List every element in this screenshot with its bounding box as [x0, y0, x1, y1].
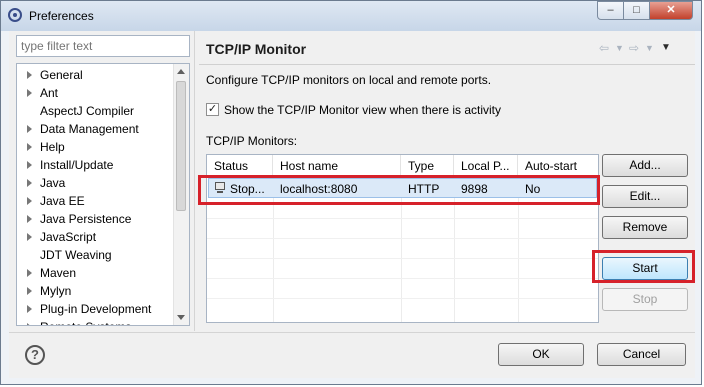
expand-arrow-icon[interactable] [27, 89, 32, 97]
monitors-label: TCP/IP Monitors: [206, 134, 298, 148]
expand-arrow-icon[interactable] [27, 161, 32, 169]
ok-button[interactable]: OK [498, 343, 584, 366]
preference-tree: General Ant AspectJ Compiler Data Managemen… [16, 63, 190, 326]
expand-arrow-icon[interactable] [27, 287, 32, 295]
sidebar-item-label: Maven [40, 266, 77, 280]
add-button[interactable]: Add... [602, 154, 688, 177]
preferences-window: Preferences – □ ✕ General Ant AspectJ Comp… [0, 0, 702, 385]
expand-arrow-icon[interactable] [27, 305, 32, 313]
back-dropdown-icon[interactable]: ▼ [615, 43, 624, 53]
stop-button[interactable]: Stop [602, 288, 688, 311]
highlight-row-box [198, 175, 600, 205]
view-menu-icon[interactable]: ▼ [661, 42, 671, 53]
maximize-button[interactable]: □ [623, 1, 650, 20]
highlight-start-box [592, 250, 695, 283]
sidebar-item-label: Remote Systems [40, 318, 131, 325]
scroll-down-icon[interactable] [177, 315, 185, 320]
title-bar: Preferences – □ ✕ [1, 1, 701, 31]
row-divider [207, 258, 598, 259]
sidebar-item-label: Install/Update [40, 158, 114, 172]
expand-arrow-icon[interactable] [27, 125, 32, 133]
sidebar-item-label: Plug-in Development [40, 302, 152, 316]
sidebar-item-label: General [40, 68, 83, 82]
dialog-body: General Ant AspectJ Compiler Data Managemen… [9, 31, 695, 378]
column-header-status[interactable]: Status [207, 155, 273, 177]
sidebar-item-label: JavaScript [40, 230, 97, 244]
close-icon: ✕ [666, 4, 676, 16]
back-arrow-icon[interactable]: ⇦ [599, 41, 609, 55]
filter-input[interactable] [16, 35, 190, 57]
tree-scrollbar[interactable] [173, 64, 189, 325]
edit-button[interactable]: Edit... [602, 185, 688, 208]
expand-arrow-icon[interactable] [27, 143, 32, 151]
row-divider [207, 238, 598, 239]
window-title: Preferences [29, 9, 94, 23]
sidebar-item-label: AspectJ Compiler [40, 104, 135, 118]
column-header-host[interactable]: Host name [273, 155, 401, 177]
show-view-label: Show the TCP/IP Monitor view when there … [224, 103, 502, 117]
column-header-auto-start[interactable]: Auto-start [518, 155, 598, 177]
remove-button[interactable]: Remove [602, 216, 688, 239]
sidebar-item-label: Java Persistence [40, 212, 132, 226]
minimize-button[interactable]: – [597, 1, 624, 20]
forward-dropdown-icon[interactable]: ▼ [645, 43, 654, 53]
row-divider [207, 218, 598, 219]
row-divider [207, 278, 598, 279]
expand-arrow-icon[interactable] [27, 323, 32, 325]
show-view-checkbox[interactable]: ✓ [206, 103, 219, 116]
expand-arrow-icon[interactable] [27, 179, 32, 187]
sidebar-item-label: Mylyn [40, 284, 72, 298]
expand-arrow-icon[interactable] [27, 233, 32, 241]
sidebar-item-label: Ant [40, 86, 59, 100]
expand-arrow-icon[interactable] [27, 215, 32, 223]
column-header-local-port[interactable]: Local P... [454, 155, 518, 177]
sidebar-item-label: Help [40, 140, 65, 154]
expand-arrow-icon[interactable] [27, 269, 32, 277]
column-header-type[interactable]: Type [401, 155, 454, 177]
cancel-button[interactable]: Cancel [597, 343, 686, 366]
sidebar-item-label: JDT Weaving [40, 248, 112, 262]
sidebar-item-label: Java EE [40, 194, 85, 208]
title-separator [199, 64, 695, 65]
preference-sidebar: General Ant AspectJ Compiler Data Managemen… [16, 35, 190, 326]
checkmark-icon: ✓ [207, 103, 218, 115]
close-button[interactable]: ✕ [649, 1, 693, 20]
sidebar-item-label: Java [40, 176, 66, 190]
minimize-icon: – [607, 4, 614, 16]
scroll-thumb[interactable] [176, 81, 186, 211]
eclipse-icon [8, 8, 22, 22]
page-title: TCP/IP Monitor [206, 41, 307, 57]
row-divider [207, 298, 598, 299]
expand-arrow-icon[interactable] [27, 71, 32, 79]
forward-arrow-icon[interactable]: ⇨ [629, 41, 639, 55]
sidebar-item-label: Data Management [40, 122, 139, 136]
sidebar-divider[interactable] [194, 31, 195, 331]
footer-separator [9, 332, 695, 333]
expand-arrow-icon[interactable] [27, 197, 32, 205]
page-description: Configure TCP/IP monitors on local and r… [206, 73, 492, 87]
maximize-icon: □ [633, 4, 640, 16]
help-icon[interactable]: ? [25, 345, 45, 365]
scroll-up-icon[interactable] [177, 69, 185, 74]
